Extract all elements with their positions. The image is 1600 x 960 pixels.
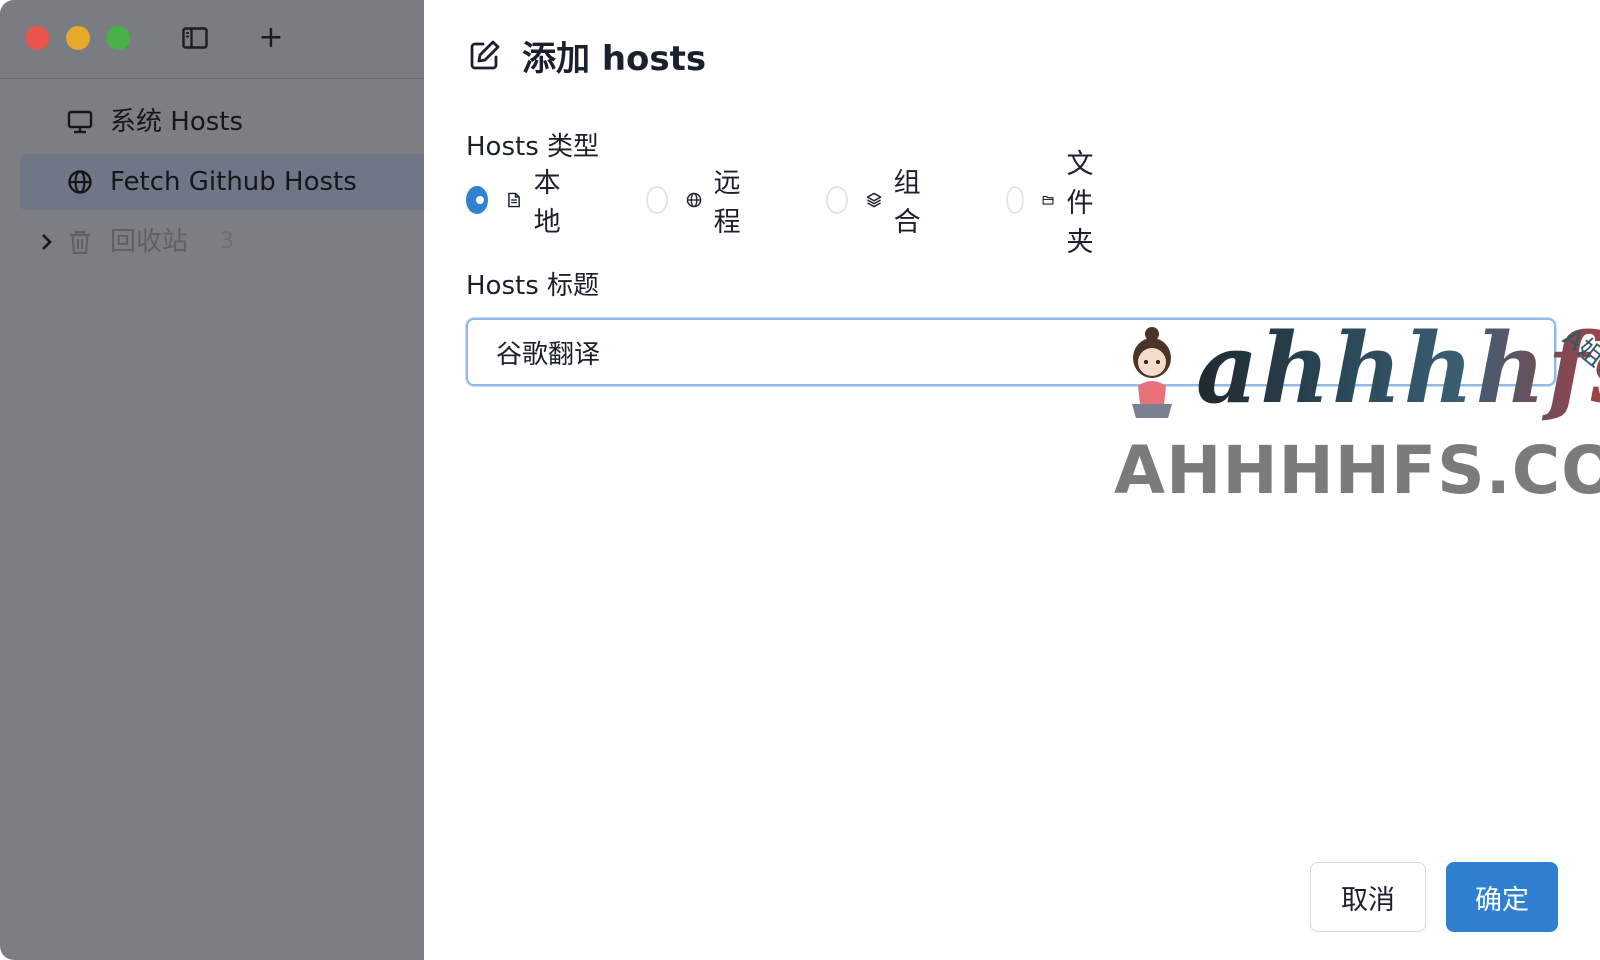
radio-type-remote[interactable]: 远程: [646, 168, 753, 238]
confirm-button[interactable]: 确定: [1446, 862, 1558, 932]
monitor-icon: [67, 110, 93, 134]
sidebar: + 系统 Hosts Fetch Github Hosts 回收站 3: [0, 0, 424, 960]
minimize-window-button[interactable]: [66, 26, 90, 50]
sidebar-item-trash[interactable]: 回收站 3: [20, 214, 424, 270]
sidebar-item-system-hosts[interactable]: 系统 Hosts: [20, 94, 424, 150]
chevron-right-icon[interactable]: [40, 232, 54, 252]
sidebar-toggle-button[interactable]: [179, 22, 211, 54]
folder-icon: [1042, 195, 1054, 205]
sidebar-item-fetch-github-hosts[interactable]: Fetch Github Hosts: [20, 154, 424, 210]
file-icon: [507, 192, 520, 208]
radio-label: 组合: [893, 168, 921, 238]
trash-count-badge: 3: [220, 229, 234, 254]
radio-button[interactable]: [646, 186, 668, 214]
hosts-type-label: Hosts 类型: [466, 132, 600, 162]
close-window-button[interactable]: [25, 26, 49, 50]
radio-button[interactable]: [826, 186, 848, 214]
radio-label: 远程: [713, 168, 741, 238]
radio-label: 本地: [533, 168, 561, 238]
sidebar-item-label: Fetch Github Hosts: [110, 167, 357, 197]
hosts-title-label: Hosts 标题: [466, 271, 600, 301]
dialog-title-text: 添加 hosts: [522, 38, 707, 79]
watermark-subtitle: A姐分享: [1556, 322, 1600, 406]
layers-icon: [866, 192, 881, 208]
trash-icon: [70, 230, 90, 255]
cancel-button[interactable]: 取消: [1310, 862, 1426, 932]
watermark-domain: AHHHHFS.COM: [1114, 432, 1600, 509]
sidebar-item-label: 系统 Hosts: [110, 107, 244, 137]
radio-button-checked[interactable]: [466, 186, 488, 214]
app-window: + 系统 Hosts Fetch Github Hosts 回收站 3 添加 h…: [0, 0, 1600, 960]
plus-icon: +: [258, 20, 284, 55]
sidebar-icon: [182, 27, 208, 49]
maximize-window-button[interactable]: [106, 26, 130, 50]
add-hosts-dialog: 添加 hosts Hosts 类型 本地 远程 组合 文件夹 Hosts 标题 …: [424, 0, 1600, 960]
radio-label: 文件夹: [1066, 148, 1094, 258]
dialog-title: 添加 hosts: [468, 30, 706, 80]
hosts-title-input[interactable]: [466, 318, 1556, 386]
globe-icon: [686, 192, 701, 208]
radio-type-group[interactable]: 组合: [826, 168, 933, 238]
radio-type-folder[interactable]: 文件夹: [1006, 149, 1113, 258]
radio-type-local[interactable]: 本地: [466, 168, 573, 238]
edit-icon: [470, 40, 500, 70]
radio-button[interactable]: [1006, 186, 1024, 214]
title-bar: +: [0, 0, 424, 79]
add-hosts-button[interactable]: +: [255, 22, 287, 54]
globe-icon: [68, 170, 92, 194]
sidebar-item-label: 回收站: [110, 227, 189, 257]
